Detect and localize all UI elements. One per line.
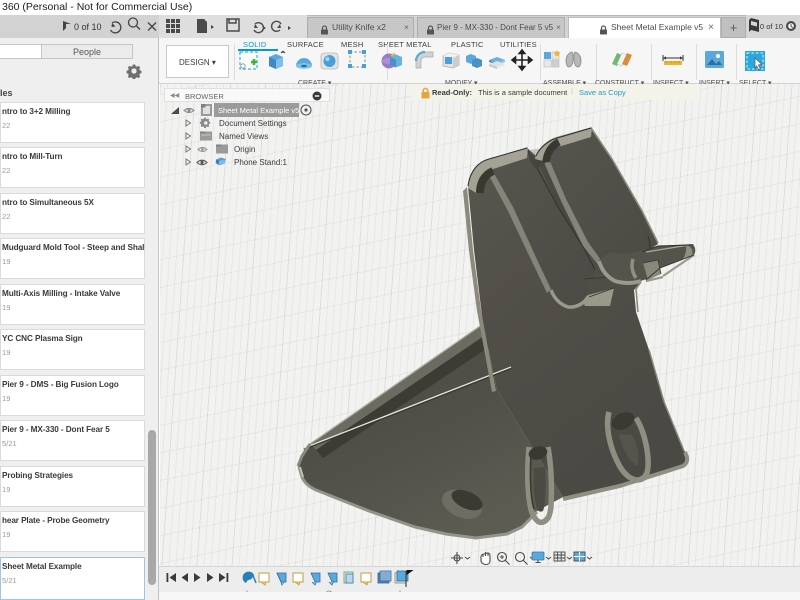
svg-text:0 of 10: 0 of 10 (760, 22, 783, 31)
svg-text:0 of 10: 0 of 10 (74, 22, 102, 32)
svg-text:Origin: Origin (234, 145, 255, 154)
svg-text:Sheet Metal Example v5: Sheet Metal Example v5 (218, 106, 299, 115)
svg-text:Named Views: Named Views (219, 132, 268, 141)
svg-text:Document Settings: Document Settings (219, 119, 287, 128)
svg-text:Phone Stand:1: Phone Stand:1 (234, 158, 287, 167)
